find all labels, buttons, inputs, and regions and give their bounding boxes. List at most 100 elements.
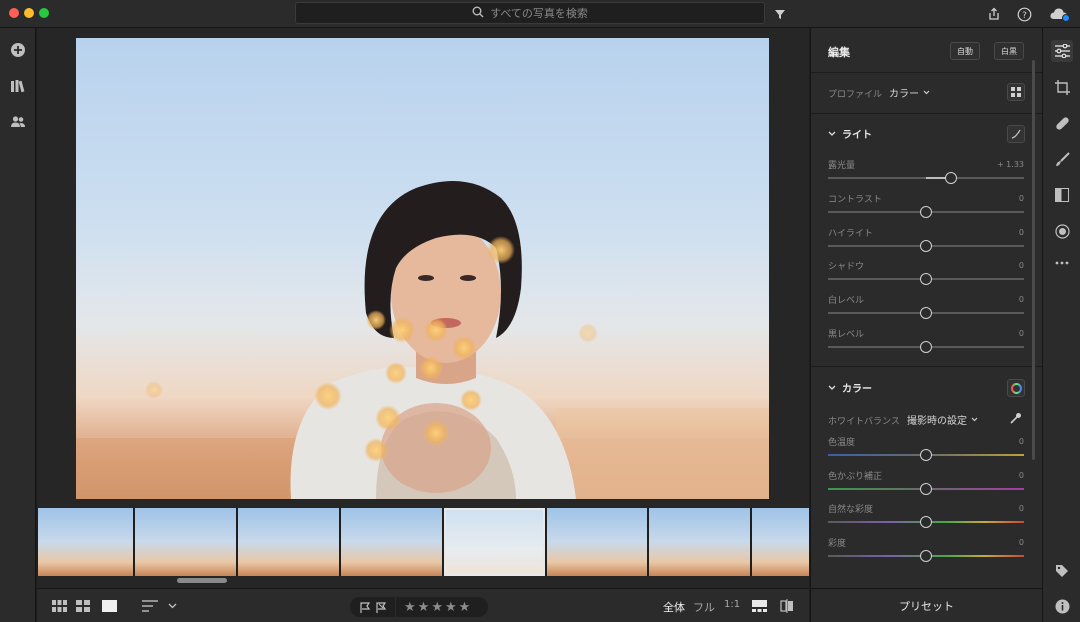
edit-panel-title: 編集 bbox=[828, 46, 850, 59]
wb-dropdown[interactable]: 撮影時の設定 bbox=[907, 412, 978, 427]
main-photo[interactable] bbox=[76, 38, 769, 499]
thumbnail[interactable] bbox=[38, 508, 133, 576]
square-grid-icon[interactable] bbox=[75, 598, 91, 614]
slider-track[interactable] bbox=[828, 172, 1024, 184]
share-icon[interactable] bbox=[985, 5, 1003, 23]
zoom-1to1-button[interactable]: 1:1 bbox=[724, 599, 740, 610]
thumbnail[interactable] bbox=[135, 508, 236, 576]
star-icon[interactable]: ★ bbox=[459, 600, 471, 615]
chevron-down-icon bbox=[828, 131, 836, 136]
slider-track[interactable] bbox=[828, 516, 1024, 529]
close-window-button[interactable] bbox=[9, 8, 19, 18]
eyedropper-icon[interactable] bbox=[1009, 412, 1022, 428]
slider-track[interactable] bbox=[828, 307, 1024, 320]
auto-button[interactable]: 自動 bbox=[950, 42, 980, 60]
add-icon[interactable] bbox=[8, 40, 28, 60]
star-icon[interactable]: ★ bbox=[445, 600, 457, 615]
star-icon[interactable]: ★ bbox=[418, 600, 430, 615]
slider-track[interactable] bbox=[828, 449, 1024, 461]
flag-reject-icon[interactable] bbox=[376, 601, 387, 613]
slider-value[interactable]: 0 bbox=[1019, 295, 1024, 304]
slider-track[interactable] bbox=[828, 273, 1024, 286]
people-icon[interactable] bbox=[8, 112, 28, 132]
slider-knob[interactable] bbox=[920, 516, 932, 529]
thumbnail[interactable] bbox=[649, 508, 750, 576]
tag-icon[interactable] bbox=[1051, 560, 1073, 582]
thumbnail-selected[interactable] bbox=[444, 508, 545, 576]
star-icon[interactable]: ★ bbox=[404, 600, 416, 615]
slider-knob[interactable] bbox=[920, 550, 932, 563]
slider-value[interactable]: 0 bbox=[1019, 194, 1024, 203]
healing-icon[interactable] bbox=[1051, 112, 1073, 134]
gradient-icon[interactable] bbox=[1051, 184, 1073, 206]
filter-icon[interactable] bbox=[771, 5, 789, 23]
color-mixer-icon[interactable] bbox=[1007, 379, 1025, 397]
thumbnail[interactable] bbox=[547, 508, 647, 576]
slider-knob[interactable] bbox=[920, 273, 932, 286]
slider-knob[interactable] bbox=[920, 239, 932, 252]
thumbnail[interactable] bbox=[341, 508, 442, 576]
slider-track[interactable] bbox=[828, 482, 1024, 495]
minimize-window-button[interactable] bbox=[24, 8, 34, 18]
thumbnail[interactable] bbox=[238, 508, 339, 576]
brush-icon[interactable] bbox=[1051, 148, 1073, 170]
crop-icon[interactable] bbox=[1051, 76, 1073, 98]
slider-label: 色かぶり補正 bbox=[828, 471, 883, 482]
search-input[interactable]: すべての写真を検索 bbox=[295, 2, 765, 24]
slider-label: ハイライト bbox=[828, 228, 873, 239]
flag-pick-icon[interactable] bbox=[360, 601, 371, 613]
slider-track[interactable] bbox=[828, 341, 1024, 353]
slider-knob[interactable] bbox=[945, 172, 958, 184]
grid-view-icon[interactable] bbox=[51, 598, 67, 614]
slider-value[interactable]: 0 bbox=[1019, 437, 1024, 446]
slider-value[interactable]: 0 bbox=[1019, 504, 1024, 513]
slider-value[interactable]: 0 bbox=[1019, 261, 1024, 270]
zoom-window-button[interactable] bbox=[39, 8, 49, 18]
sort-icon[interactable] bbox=[141, 598, 159, 614]
star-icon[interactable]: ★ bbox=[431, 600, 443, 615]
divider bbox=[811, 72, 1043, 73]
color-section-header[interactable]: カラー bbox=[828, 380, 872, 395]
light-section-header[interactable]: ライト bbox=[828, 126, 872, 141]
zoom-full-button[interactable]: フル bbox=[693, 599, 715, 615]
chevron-down-icon[interactable] bbox=[167, 598, 177, 614]
slider-value[interactable]: 0 bbox=[1019, 538, 1024, 547]
tone-curve-icon[interactable] bbox=[1007, 125, 1025, 143]
slider-track[interactable] bbox=[828, 205, 1024, 218]
slider-knob[interactable] bbox=[920, 205, 932, 218]
bottom-toolbar: ★ ★ ★ ★ ★ 全体 フル 1:1 bbox=[37, 588, 809, 622]
detail-view-icon[interactable] bbox=[101, 598, 117, 614]
slider-label: コントラスト bbox=[828, 194, 882, 205]
slider-knob[interactable] bbox=[920, 482, 932, 495]
slider-value[interactable]: 0 bbox=[1019, 228, 1024, 237]
info-icon[interactable] bbox=[1051, 595, 1073, 617]
cloud-sync-icon[interactable] bbox=[1049, 5, 1071, 23]
more-icon[interactable] bbox=[1051, 252, 1073, 274]
library-icon[interactable] bbox=[8, 76, 28, 96]
zoom-fit-button[interactable]: 全体 bbox=[663, 599, 685, 615]
slider-value[interactable]: 0 bbox=[1019, 329, 1024, 338]
slider-knob[interactable] bbox=[920, 449, 932, 461]
scrollbar-thumb[interactable] bbox=[177, 578, 227, 583]
slider-knob[interactable] bbox=[920, 307, 932, 320]
slider-label: 色温度 bbox=[828, 438, 856, 448]
panel-scrollbar[interactable] bbox=[1032, 60, 1035, 460]
radial-icon[interactable] bbox=[1051, 220, 1073, 242]
bw-button[interactable]: 白黒 bbox=[994, 42, 1024, 60]
divider bbox=[395, 597, 396, 617]
help-icon[interactable]: ? bbox=[1015, 5, 1033, 23]
filmstrip-scrollbar[interactable] bbox=[37, 576, 809, 586]
slider-value[interactable]: 0 bbox=[1019, 471, 1024, 480]
sliders-icon[interactable] bbox=[1051, 40, 1073, 62]
slider-track[interactable] bbox=[828, 550, 1024, 563]
filmstrip-toggle-icon[interactable] bbox=[751, 598, 767, 614]
main-view bbox=[37, 28, 809, 588]
profile-dropdown[interactable]: カラー bbox=[889, 85, 930, 100]
profile-browser-icon[interactable] bbox=[1007, 83, 1025, 101]
compare-icon[interactable] bbox=[779, 598, 795, 614]
slider-value[interactable]: + 1.33 bbox=[997, 160, 1024, 169]
thumbnail[interactable] bbox=[752, 508, 809, 576]
slider-track[interactable] bbox=[828, 239, 1024, 252]
slider-knob[interactable] bbox=[920, 341, 932, 353]
presets-button[interactable]: プリセット bbox=[810, 588, 1042, 622]
